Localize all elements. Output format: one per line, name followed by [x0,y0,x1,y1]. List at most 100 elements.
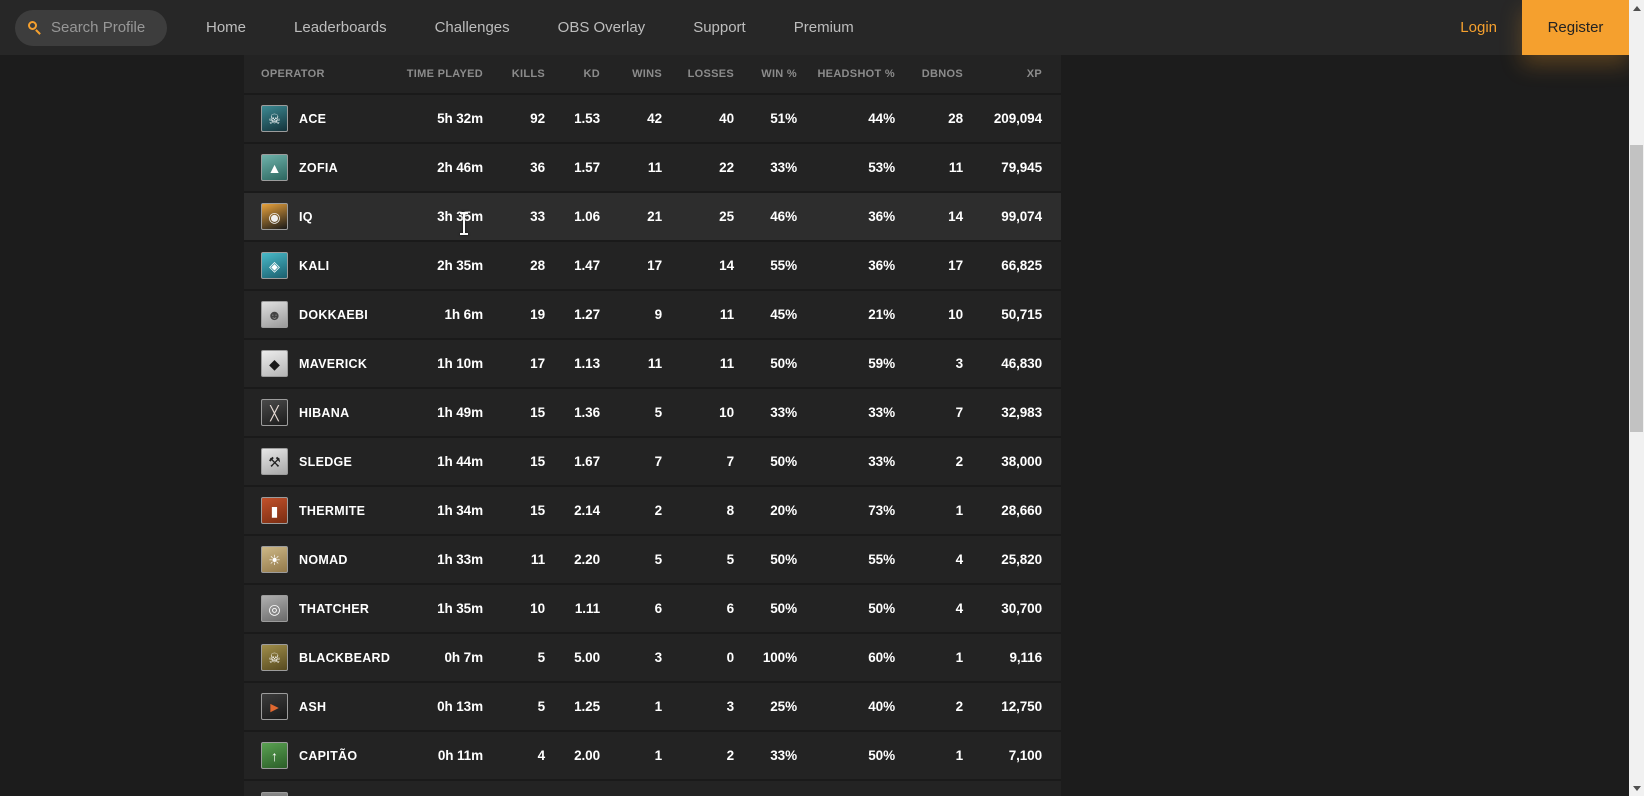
cell-time_played: 2h 35m [437,258,483,273]
cell-kills: 28 [530,258,545,273]
column-header-wins[interactable]: WINS [600,68,662,80]
nav-item-support[interactable]: Support [669,0,770,55]
cell-time_played: 1h 44m [437,454,483,469]
nav-item-premium[interactable]: Premium [770,0,878,55]
cell-headshot_pct: 55% [868,552,895,567]
operator-name: ACE [299,111,327,126]
nav-item-leaderboards[interactable]: Leaderboards [270,0,411,55]
operator-name: THATCHER [299,601,370,616]
scrollbar-down-arrow-icon[interactable] [1629,780,1644,796]
cell-kd: 1.11 [574,601,600,616]
operator-icon-ace: ☠ [261,105,288,132]
table-row-ash[interactable]: ► ASH 0h 13m 5 1.25 1 3 25% 40% 2 12,750 [244,681,1061,730]
cell-kills: 92 [530,111,545,126]
column-header-losses[interactable]: LOSSES [662,68,734,80]
cell-kd: 2.00 [574,748,600,763]
operator-icon-iq: ◉ [261,203,288,230]
cell-xp: 99,074 [1001,209,1042,224]
table-row-capito[interactable]: ↑ CAPITÃO 0h 11m 4 2.00 1 2 33% 50% 1 7,100 [244,730,1061,779]
column-header-headshot_pct[interactable]: HEADSHOT % [797,68,895,80]
table-row-thermite[interactable]: ▮ THERMITE 1h 34m 15 2.14 2 8 20% 73% 1 28,660 [244,485,1061,534]
nav-item-obs-overlay[interactable]: OBS Overlay [534,0,670,55]
cell-dbnos: 17 [948,258,963,273]
scrollbar-up-arrow-icon[interactable] [1629,0,1644,16]
scrollbar-thumb[interactable] [1630,145,1643,432]
cell-win_pct: 50% [770,454,797,469]
table-row-blackbeard[interactable]: ☠ BLACKBEARD 0h 7m 5 5.00 3 0 100% 60% 1 9,116 [244,632,1061,681]
column-header-dbnos[interactable]: DBNOS [895,68,963,80]
cell-losses: 22 [719,160,734,175]
cell-operator: ╳ HIBANA [244,399,384,426]
table-row-thatcher[interactable]: ◎ THATCHER 1h 35m 10 1.11 6 6 50% 50% 4 30,700 [244,583,1061,632]
table-row-hibana[interactable]: ╳ HIBANA 1h 49m 15 1.36 5 10 33% 33% 7 32,983 [244,387,1061,436]
nav-item-home[interactable]: Home [182,0,270,55]
cell-xp: 38,000 [1001,454,1042,469]
column-header-time_played[interactable]: TIME PLAYED [384,68,483,80]
cell-time_played: 1h 33m [437,552,483,567]
cell-operator: ▲ ZOFIA [244,154,384,181]
cell-wins: 17 [647,258,662,273]
cell-dbnos: 7 [955,405,964,420]
cell-kd: 1.67 [574,454,600,469]
cell-kills: 15 [530,405,545,420]
top-navbar: Search Profile Home Leaderboards Challenge… [0,0,1629,55]
cell-time_played: 5h 32m [437,111,483,126]
cell-losses: 10 [719,405,734,420]
page-scrollbar[interactable] [1629,0,1644,796]
cell-dbnos: 2 [955,699,964,714]
table-row-maverick[interactable]: ◆ MAVERICK 1h 10m 17 1.13 11 11 50% 59% 3 46,830 [244,338,1061,387]
cell-losses: 2 [726,748,735,763]
table-row-zofia[interactable]: ▲ ZOFIA 2h 46m 36 1.57 11 22 33% 53% 11 79,945 [244,142,1061,191]
cell-operator: ☀ NOMAD [244,546,384,573]
nav-item-challenges[interactable]: Challenges [411,0,534,55]
cell-losses: 5 [726,552,735,567]
cell-xp: 30,700 [1001,601,1042,616]
cell-wins: 3 [654,650,663,665]
cell-dbnos: 3 [955,356,964,371]
cell-headshot_pct: 21% [868,307,895,322]
cell-kills: 15 [530,454,545,469]
table-row-kali[interactable]: ◈ KALI 2h 35m 28 1.47 17 14 55% 36% 17 66,825 [244,240,1061,289]
operator-name: BLACKBEARD [299,650,391,665]
cell-time_played: 1h 35m [437,601,483,616]
table-row-iq[interactable]: ◉ IQ 3h 35m 33 1.06 21 25 46% 36% 14 99,074 [244,191,1061,240]
operator-name: HIBANA [299,405,350,420]
table-row-nomad[interactable]: ☀ NOMAD 1h 33m 11 2.20 5 5 50% 55% 4 25,820 [244,534,1061,583]
operator-name: KALI [299,258,330,273]
cell-xp: 25,820 [1001,552,1042,567]
nav-links: Home Leaderboards Challenges OBS Overlay Sup… [182,0,878,55]
table-row-dokkaebi[interactable]: ☻ DOKKAEBI 1h 6m 19 1.27 9 11 45% 21% 10 50,715 [244,289,1061,338]
cell-wins: 1 [654,699,663,714]
column-header-kd[interactable]: KD [545,68,600,80]
table-row-ace[interactable]: ☠ ACE 5h 32m 92 1.53 42 40 51% 44% 28 209,094 [244,93,1061,142]
cell-xp: 50,715 [1001,307,1042,322]
cell-losses: 0 [726,650,735,665]
cell-kills: 19 [530,307,545,322]
column-header-win_pct[interactable]: WIN % [734,68,797,80]
column-header-xp[interactable]: XP [963,68,1042,80]
cell-operator: ◎ THATCHER [244,595,384,622]
cell-headshot_pct: 53% [868,160,895,175]
cell-wins: 9 [654,307,663,322]
table-row-partial[interactable] [244,779,1061,796]
cell-losses: 40 [719,111,734,126]
table-row-sledge[interactable]: ⚒ SLEDGE 1h 44m 15 1.67 7 7 50% 33% 2 38,000 [244,436,1061,485]
cell-win_pct: 20% [770,503,797,518]
login-link[interactable]: Login [1460,19,1497,36]
operator-icon-dokkaebi: ☻ [261,301,288,328]
operator-icon-partial [261,792,288,796]
cell-xp: 32,983 [1001,405,1042,420]
cell-time_played: 1h 6m [444,307,483,322]
operator-icon-thatcher: ◎ [261,595,288,622]
cell-dbnos: 14 [948,209,963,224]
column-header-operator[interactable]: OPERATOR [244,68,384,80]
register-button[interactable]: Register [1522,0,1629,55]
text-cursor-pointer [459,212,468,235]
column-header-kills[interactable]: KILLS [483,68,545,80]
cell-win_pct: 50% [770,552,797,567]
cell-time_played: 2h 46m [437,160,483,175]
search-input[interactable]: Search Profile [15,9,167,46]
table-body: ☠ ACE 5h 32m 92 1.53 42 40 51% 44% 28 209,094 ▲ ZOFI… [244,93,1061,779]
cell-kd: 1.57 [574,160,600,175]
cell-wins: 2 [654,503,663,518]
